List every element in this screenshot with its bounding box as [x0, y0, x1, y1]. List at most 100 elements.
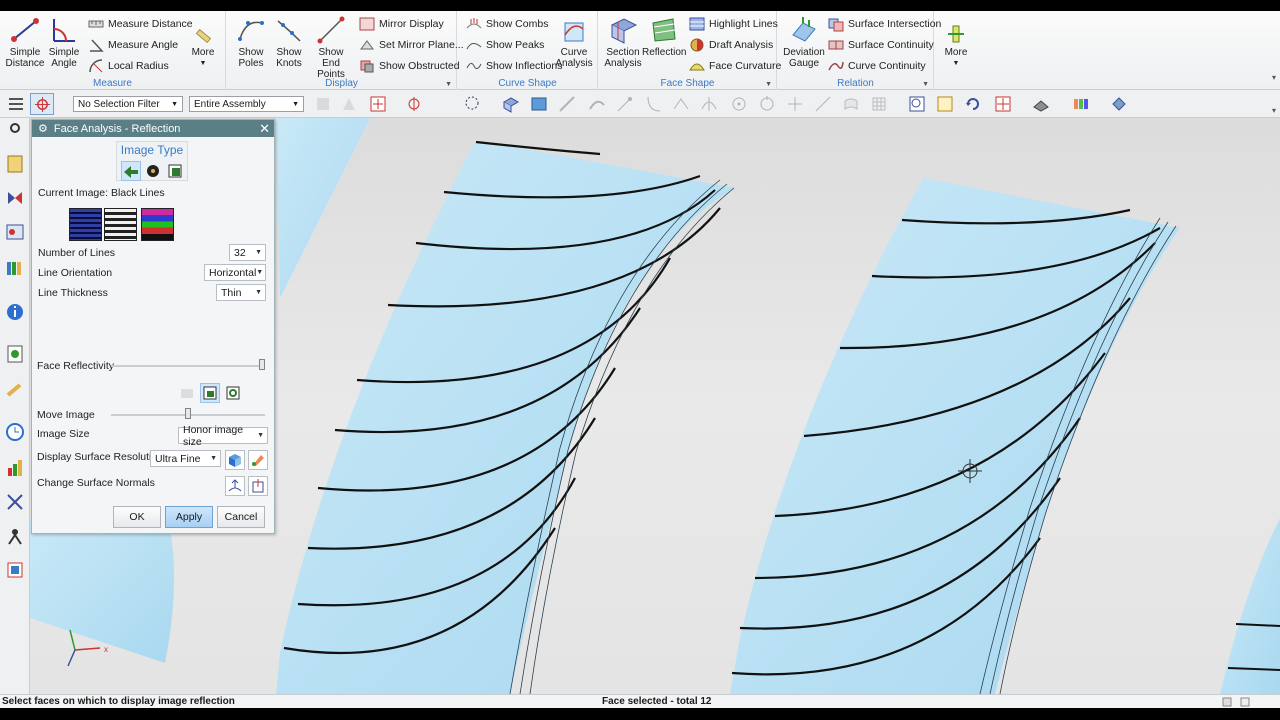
simple-distance-button[interactable]: Simple Distance: [3, 15, 47, 69]
settings-gear-icon[interactable]: ⚙: [38, 122, 48, 135]
move-image-thumb[interactable]: [185, 408, 191, 419]
snap-on-face-icon[interactable]: [842, 95, 860, 113]
menu-icon[interactable]: [7, 95, 25, 113]
reflection-button[interactable]: Reflection: [642, 15, 686, 58]
layer-settings-icon[interactable]: [1072, 95, 1090, 113]
line-thickness-dropdown[interactable]: Thin ▼: [216, 284, 266, 301]
environment-sphere-icon[interactable]: [145, 163, 161, 179]
face-shape-expand-icon[interactable]: ▼: [765, 81, 772, 88]
snap-point-icon[interactable]: [405, 95, 423, 113]
history-palette-icon[interactable]: [5, 380, 25, 400]
roles-icon[interactable]: [5, 526, 25, 546]
measure-distance-button[interactable]: Measure Distance: [88, 15, 193, 33]
process-studio-icon[interactable]: [5, 458, 25, 478]
manufacturing-wizard-icon[interactable]: [5, 492, 25, 512]
zoom-fit-icon[interactable]: [908, 95, 926, 113]
web-browser-icon[interactable]: [5, 344, 25, 364]
show-obstructed-button[interactable]: Show Obstructed: [359, 57, 460, 75]
view-orientation-icon[interactable]: [1110, 95, 1128, 113]
ribbon-options-icon[interactable]: ▾: [1272, 73, 1276, 82]
simple-angle-button[interactable]: Simple Angle: [42, 15, 86, 69]
selection-filter-dropdown[interactable]: No Selection Filter ▼: [73, 96, 183, 112]
snap-existing-point-icon[interactable]: [786, 95, 804, 113]
display-resolution-settings-button[interactable]: [225, 450, 245, 470]
colored-lines-image-button[interactable]: [141, 208, 174, 241]
blade-surface[interactable]: [276, 140, 735, 694]
dialog-title-bar[interactable]: ⚙ Face Analysis - Reflection: [32, 120, 274, 137]
select-body-icon[interactable]: [502, 95, 520, 113]
select-curve-icon[interactable]: [588, 95, 606, 113]
blade-surface[interactable]: [276, 118, 370, 298]
show-inflections-button[interactable]: Show Inflections: [466, 57, 562, 75]
blade-surface[interactable]: [730, 178, 1180, 694]
snap-intersection-icon[interactable]: [700, 95, 718, 113]
select-component-icon[interactable]: [340, 95, 358, 113]
snap-midpoint-icon[interactable]: [672, 95, 690, 113]
deviation-gauge-button[interactable]: Deviation Gauge: [782, 15, 826, 69]
select-point-icon[interactable]: [369, 95, 387, 113]
select-feature-icon[interactable]: [314, 95, 332, 113]
system-materials-icon[interactable]: [5, 560, 25, 580]
toolbar-options-icon[interactable]: ▾: [1272, 106, 1276, 115]
reverse-normals-button[interactable]: [225, 476, 245, 496]
surface-intersection-button[interactable]: Surface Intersection: [828, 15, 941, 33]
scene-image-button[interactable]: [121, 161, 141, 181]
lasso-select-icon[interactable]: [463, 95, 481, 113]
face-curvature-button[interactable]: Face Curvature: [689, 57, 781, 75]
snap-center-icon[interactable]: [730, 95, 748, 113]
snap-toggle-button[interactable]: [30, 93, 54, 115]
measure-angle-button[interactable]: Measure Angle: [88, 36, 178, 54]
section-analysis-button[interactable]: Section Analysis: [601, 15, 645, 69]
draft-analysis-button[interactable]: Draft Analysis: [689, 36, 773, 54]
blade-surface[interactable]: [30, 518, 174, 663]
select-vertex-icon[interactable]: [616, 95, 634, 113]
assembly-navigator-icon[interactable]: [5, 188, 25, 208]
number-of-lines-dropdown[interactable]: 32 ▼: [229, 244, 266, 261]
ribbon-more-button[interactable]: More ▼: [934, 23, 978, 69]
curve-analysis-button[interactable]: Curve Analysis: [552, 15, 596, 69]
relation-expand-icon[interactable]: ▼: [922, 81, 929, 88]
clock-icon[interactable]: [5, 422, 25, 442]
apply-button[interactable]: Apply: [165, 506, 213, 528]
edit-display-settings-button[interactable]: [248, 450, 268, 470]
reuse-library-icon[interactable]: [5, 258, 25, 278]
pan-view-icon[interactable]: [994, 95, 1012, 113]
constraint-navigator-icon[interactable]: [5, 222, 25, 242]
part-navigator-icon[interactable]: [5, 154, 25, 174]
settings-gear-icon[interactable]: [5, 118, 25, 138]
tangent-curves-icon[interactable]: [644, 95, 662, 113]
user-image-icon[interactable]: [167, 162, 185, 180]
selection-scope-dropdown[interactable]: Entire Assembly ▼: [189, 96, 304, 112]
image-reset-button[interactable]: [224, 384, 242, 402]
cancel-button[interactable]: Cancel: [217, 506, 265, 528]
show-knots-button[interactable]: Show Knots: [267, 15, 311, 69]
curve-continuity-button[interactable]: Curve Continuity: [828, 57, 926, 75]
snap-on-curve-icon[interactable]: [814, 95, 832, 113]
measure-more-button[interactable]: More ▼: [181, 25, 225, 69]
display-resolution-dropdown[interactable]: Ultra Fine ▼: [150, 450, 221, 467]
ok-button[interactable]: OK: [113, 506, 161, 528]
snap-quadrant-icon[interactable]: [758, 95, 776, 113]
snap-grid-icon[interactable]: [870, 95, 888, 113]
show-peaks-button[interactable]: Show Peaks: [466, 36, 544, 54]
black-lines-image-button[interactable]: [104, 208, 137, 241]
display-expand-icon[interactable]: ▼: [445, 81, 452, 88]
blue-lines-image-button[interactable]: [69, 208, 102, 241]
specify-normals-button[interactable]: [248, 476, 268, 496]
local-radius-button[interactable]: Local Radius: [88, 57, 169, 75]
face-reflectivity-thumb[interactable]: [259, 359, 265, 370]
show-end-points-button[interactable]: Show End Points: [309, 15, 353, 80]
surface-continuity-button[interactable]: Surface Continuity: [828, 36, 934, 54]
display-mode-icon[interactable]: [1222, 697, 1232, 707]
info-icon[interactable]: [5, 302, 25, 322]
set-mirror-plane-button[interactable]: Set Mirror Plane...: [359, 36, 464, 54]
rendering-style-icon[interactable]: [1032, 95, 1050, 113]
highlight-lines-button[interactable]: Highlight Lines: [689, 15, 778, 33]
mirror-display-button[interactable]: Mirror Display: [359, 15, 444, 33]
image-rotate-button[interactable]: [200, 383, 220, 403]
zoom-window-icon[interactable]: [936, 95, 954, 113]
image-translate-button[interactable]: [178, 384, 196, 402]
face-reflectivity-slider[interactable]: [111, 365, 265, 367]
fullscreen-icon[interactable]: [1240, 697, 1250, 707]
select-face-icon[interactable]: [530, 95, 548, 113]
